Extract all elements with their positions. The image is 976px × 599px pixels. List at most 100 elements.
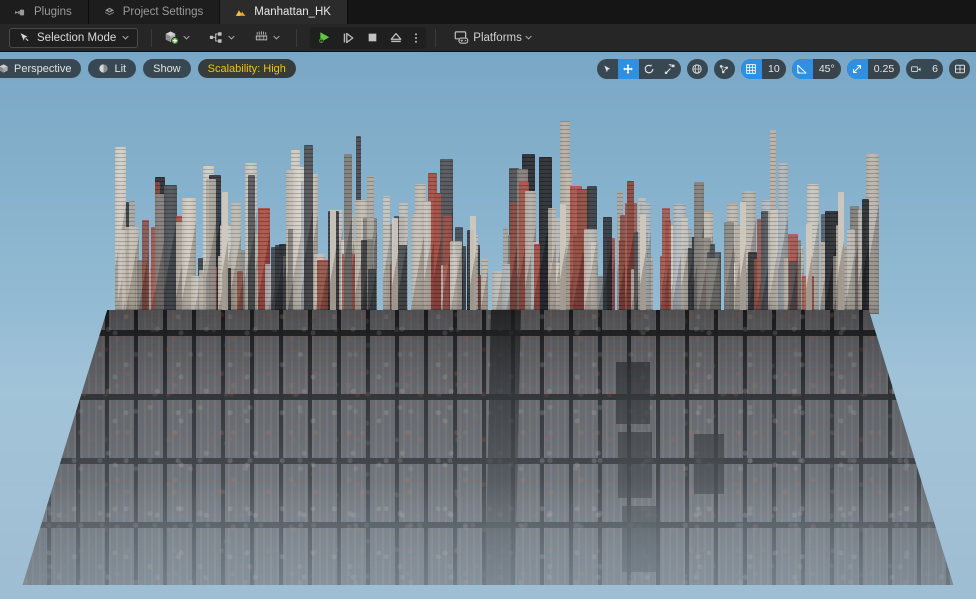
tab-bar-empty-area: [347, 0, 976, 24]
selection-mode-label: Selection Mode: [37, 31, 117, 44]
building: [548, 207, 556, 314]
cinematics-button[interactable]: [249, 26, 284, 50]
angle-snap-icon: [797, 64, 807, 74]
skip-button[interactable]: [336, 27, 360, 49]
building: [344, 154, 352, 314]
step-icon: [344, 32, 354, 43]
building: [141, 220, 150, 314]
scale-snap-toggle[interactable]: [846, 59, 868, 79]
viewport-layout-icon: [954, 64, 965, 74]
viewport-layout-button[interactable]: [949, 59, 970, 79]
tower-spire: [740, 202, 746, 314]
unreal-editor-window: Plugins Project Settings Manhattan_HK Se…: [0, 0, 976, 599]
angle-snap-value[interactable]: 45°: [812, 59, 841, 79]
tower-spire: [640, 214, 646, 314]
level-icon: [235, 9, 246, 16]
platforms-label: Platforms: [473, 31, 522, 44]
level-viewport[interactable]: Perspective Lit Show Scalability: High 1…: [0, 52, 976, 599]
view-mode-button[interactable]: Perspective: [0, 59, 82, 78]
rotate-tool-button[interactable]: [639, 59, 660, 79]
building: [584, 229, 598, 314]
chevron-down-icon: [273, 35, 280, 40]
view-mode-label: Perspective: [14, 62, 72, 75]
scale-snap-icon: [853, 65, 862, 73]
coordinate-system-button[interactable]: [686, 59, 708, 79]
surface-snap-button[interactable]: [713, 59, 735, 79]
camera-speed-control[interactable]: 6: [906, 59, 943, 79]
stop-button[interactable]: [360, 27, 384, 49]
building: [602, 216, 613, 314]
platforms-button[interactable]: Platforms: [449, 26, 536, 50]
building: [434, 192, 441, 314]
platforms-icon: [454, 31, 469, 44]
tower-spire: [806, 224, 812, 314]
tower-spire: [330, 210, 336, 314]
building: [411, 216, 425, 314]
toolbar-separator: [435, 28, 437, 47]
translate-tool-button[interactable]: [617, 59, 639, 79]
chevron-down-icon: [122, 35, 129, 40]
play-button[interactable]: [312, 27, 336, 49]
tab-project-settings[interactable]: Project Settings: [88, 0, 221, 24]
chevron-down-icon: [228, 35, 235, 40]
building: [274, 245, 283, 314]
scene-3d-render: [0, 52, 976, 599]
select-tool-button[interactable]: [597, 59, 618, 79]
building: [304, 145, 313, 314]
building: [236, 271, 244, 314]
tower-spire: [222, 192, 228, 314]
grid-snap-toggle[interactable]: [740, 59, 762, 79]
viewport-right-toolbar: 10 45° 0.25 6: [596, 59, 970, 79]
building: [665, 220, 671, 314]
main-toolbar: Selection Mode Platforms: [0, 24, 976, 52]
lit-sphere-icon: [99, 64, 109, 73]
camera-speed-value[interactable]: 6: [927, 59, 943, 79]
show-menu-button[interactable]: Show: [143, 59, 191, 78]
tower-spire: [560, 204, 566, 314]
tab-manhattan-hk[interactable]: Manhattan_HK: [220, 0, 348, 24]
camera-speed-icon-button[interactable]: [906, 59, 927, 79]
play-controls-group: [310, 26, 427, 49]
angle-snap-toggle[interactable]: [791, 59, 813, 79]
lighting-mode-button[interactable]: Lit: [88, 59, 137, 78]
tab-label: Manhattan_HK: [254, 6, 331, 18]
viewport-layout-icon-button[interactable]: [949, 59, 970, 79]
world-globe-icon: [692, 64, 703, 74]
move-gizmo-icon: [623, 64, 634, 74]
tab-bar: Plugins Project Settings Manhattan_HK: [0, 0, 976, 24]
building: [164, 184, 177, 314]
show-menu-label: Show: [153, 62, 181, 75]
building: [619, 240, 625, 314]
lighting-mode-label: Lit: [114, 62, 127, 75]
plug-icon: [15, 9, 25, 15]
building: [481, 259, 488, 314]
more-play-options-button[interactable]: [408, 27, 424, 49]
stop-icon: [368, 33, 377, 42]
toolbar-separator: [151, 28, 153, 47]
select-arrow-icon: [604, 65, 611, 72]
grid-snap-value[interactable]: 10: [761, 59, 786, 79]
eject-icon: [390, 32, 402, 42]
blueprints-button[interactable]: [204, 26, 239, 50]
chevron-down-icon: [183, 35, 190, 40]
add-actor-icon: [166, 31, 179, 45]
tab-plugins[interactable]: Plugins: [0, 0, 89, 24]
world-globe-icon-button[interactable]: [687, 59, 708, 79]
building: [383, 196, 390, 314]
scalability-button[interactable]: Scalability: High: [197, 59, 296, 78]
scalability-label: Scalability: High: [207, 62, 286, 75]
toolbar-separator: [296, 28, 298, 47]
selection-mode-button[interactable]: Selection Mode: [9, 27, 139, 48]
building: [862, 198, 870, 314]
rotate-gizmo-icon: [645, 64, 654, 74]
play-icon: [318, 32, 330, 43]
scale-tool-button[interactable]: [660, 59, 681, 79]
grid-snap-control: 10: [740, 59, 786, 79]
scale-snap-value[interactable]: 0.25: [867, 59, 901, 79]
surface-snap-icon-button[interactable]: [714, 59, 735, 79]
create-actor-button[interactable]: [159, 26, 194, 50]
eject-button[interactable]: [384, 27, 408, 49]
building: [705, 257, 720, 314]
building: [680, 217, 689, 314]
cinematics-icon: [256, 31, 268, 41]
